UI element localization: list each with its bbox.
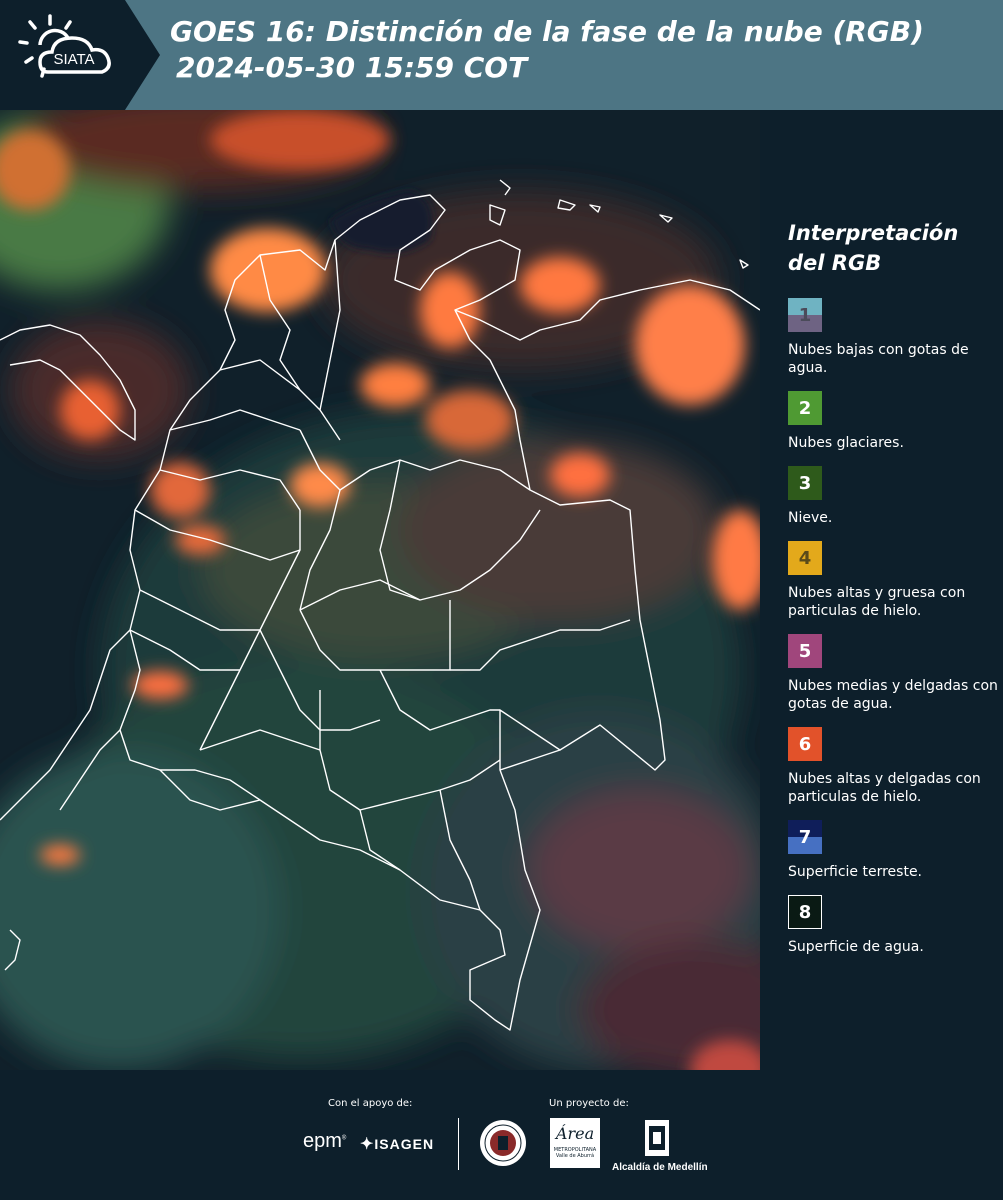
legend-label: Nubes altas y gruesa con particulas de h… bbox=[788, 585, 966, 619]
legend-swatch: 2 bbox=[788, 391, 822, 425]
project-label: Un proyecto de: bbox=[549, 1098, 629, 1109]
legend-label: Superficie de agua. bbox=[788, 939, 924, 955]
epm-logo-text: epm bbox=[303, 1130, 342, 1152]
legend-number: 7 bbox=[798, 826, 812, 848]
siata-logo: SIATA bbox=[0, 0, 160, 110]
legend-number: 6 bbox=[798, 733, 812, 755]
epm-logo: epm® bbox=[303, 1130, 347, 1152]
title-line2: 2024-05-30 15:59 COT bbox=[176, 51, 528, 84]
legend-number: 3 bbox=[798, 472, 812, 494]
legend-item: 3 Nieve. bbox=[788, 466, 1003, 527]
legend-item: 6 Nubes altas y delgadas con particulas d… bbox=[788, 727, 1003, 806]
legend-number: 5 bbox=[798, 640, 812, 662]
legend-number: 1 bbox=[798, 304, 812, 326]
legend-swatch: 3 bbox=[788, 466, 822, 500]
area-logo-subtext2: Valle de Aburrá bbox=[555, 1153, 595, 1159]
legend-item: 5 Nubes medias y delgadas con gotas de ag… bbox=[788, 634, 1003, 713]
legend-swatch: 1 bbox=[788, 298, 822, 332]
isagen-logo-text: ISAGEN bbox=[374, 1136, 435, 1152]
legend-swatch: 7 bbox=[788, 820, 822, 854]
footer: Con el apoyo de: Un proyecto de: epm® ✦I… bbox=[0, 1070, 1003, 1200]
satellite-map[interactable] bbox=[0, 110, 760, 1070]
legend-number: 8 bbox=[798, 901, 812, 923]
map-svg bbox=[0, 110, 760, 1070]
legend-swatch: 8 bbox=[788, 895, 822, 929]
alcaldia-crest-icon bbox=[645, 1120, 669, 1156]
legend-panel: Interpretación del RGB 1 Nubes bajas con … bbox=[760, 110, 1003, 1070]
page-title: GOES 16: Distinción de la fase de la nub… bbox=[170, 14, 924, 86]
legend-item: 4 Nubes altas y gruesa con particulas de … bbox=[788, 541, 1003, 620]
legend-label: Nubes medias y delgadas con gotas de agu… bbox=[788, 678, 998, 712]
alcaldia-label: Alcaldía de Medellín bbox=[612, 1162, 708, 1173]
footer-divider bbox=[458, 1118, 459, 1170]
area-logo-text: Área bbox=[555, 1124, 595, 1143]
legend-label: Nubes glaciares. bbox=[788, 435, 904, 451]
legend-item: 8 Superficie de agua. bbox=[788, 895, 1003, 956]
legend-swatch: 5 bbox=[788, 634, 822, 668]
legend-label: Nieve. bbox=[788, 510, 833, 526]
legend-label: Nubes bajas con gotas de agua. bbox=[788, 342, 969, 376]
legend-swatch: 4 bbox=[788, 541, 822, 575]
medellin-seal-icon bbox=[480, 1120, 526, 1166]
legend-items: 1 Nubes bajas con gotas de agua. 2 Nubes gl… bbox=[788, 298, 1003, 956]
legend-item: 2 Nubes glaciares. bbox=[788, 391, 1003, 452]
legend-item: 7 Superficie terreste. bbox=[788, 820, 1003, 881]
legend-number: 2 bbox=[798, 397, 812, 419]
header: SIATA GOES 16: Distinción de la fase de … bbox=[0, 0, 1003, 110]
legend-number: 4 bbox=[798, 547, 812, 569]
isagen-star-icon: ✦ bbox=[360, 1136, 375, 1153]
legend-swatch: 6 bbox=[788, 727, 822, 761]
logo-text: SIATA bbox=[53, 51, 94, 68]
title-line1: GOES 16: Distinción de la fase de la nub… bbox=[170, 15, 924, 48]
isagen-logo: ✦ISAGEN bbox=[360, 1134, 434, 1154]
support-label: Con el apoyo de: bbox=[328, 1098, 413, 1109]
legend-label: Superficie terreste. bbox=[788, 864, 923, 880]
legend-label: Nubes altas y delgadas con particulas de… bbox=[788, 771, 981, 805]
legend-title: Interpretación del RGB bbox=[788, 221, 959, 275]
area-metropolitana-logo: Área METROPOLITANA Valle de Aburrá bbox=[550, 1118, 600, 1168]
legend-item: 1 Nubes bajas con gotas de agua. bbox=[788, 298, 1003, 377]
